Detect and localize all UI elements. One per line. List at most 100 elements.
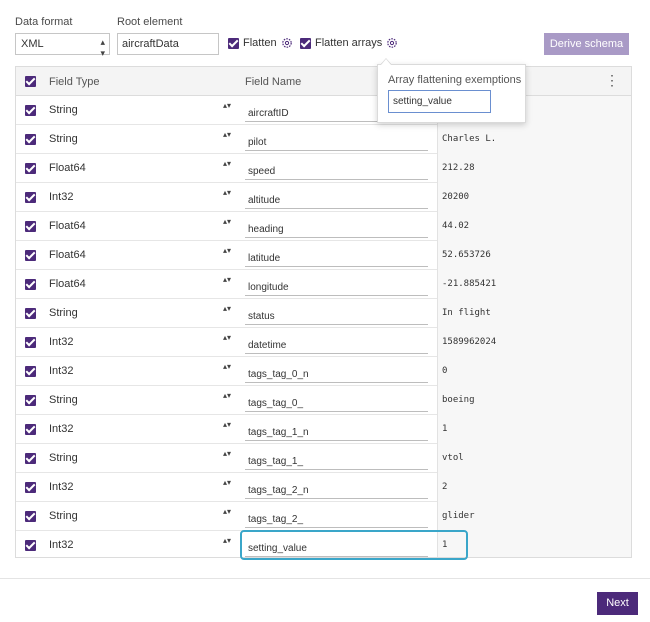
data-format-label: Data format — [15, 16, 73, 28]
field-type-select[interactable]: Int32 — [49, 481, 73, 493]
select-sort-icon: ▴ ▾ — [100, 37, 105, 58]
row-checkbox[interactable] — [25, 221, 36, 232]
type-sort-icon[interactable]: ▴▾ — [223, 537, 231, 545]
field-type-select[interactable]: Int32 — [49, 365, 73, 377]
field-name-input[interactable]: heading — [245, 216, 428, 238]
exemption-input[interactable]: setting_value — [388, 90, 491, 113]
more-options-icon[interactable]: ⋮ — [605, 73, 619, 87]
schema-row: Float64 ▴▾ latitude 52.653726 — [16, 241, 631, 270]
type-sort-icon[interactable]: ▴▾ — [223, 363, 231, 371]
field-type-select[interactable]: Float64 — [49, 278, 86, 290]
next-button[interactable]: Next — [597, 592, 638, 615]
field-type-select[interactable]: Float64 — [49, 220, 86, 232]
flatten-checkbox[interactable] — [228, 37, 239, 49]
sample-value: boeing — [437, 386, 631, 415]
sample-value: 52.653726 — [437, 241, 631, 270]
sample-value: Charles L. — [437, 125, 631, 154]
field-name-header: Field Name — [245, 76, 302, 88]
type-sort-icon[interactable]: ▴▾ — [223, 334, 231, 342]
row-checkbox[interactable] — [25, 279, 36, 290]
sample-value: glider — [437, 502, 631, 531]
field-type-select[interactable]: String — [49, 394, 78, 406]
type-sort-icon[interactable]: ▴▾ — [223, 421, 231, 429]
row-checkbox[interactable] — [25, 192, 36, 203]
type-sort-icon[interactable]: ▴▾ — [223, 305, 231, 313]
schema-row: String ▴▾ tags_tag_0_ boeing — [16, 386, 631, 415]
footer-divider — [0, 578, 650, 579]
flatten-arrays-option: Flatten arrays — [300, 37, 398, 49]
select-all-checkbox[interactable] — [25, 76, 36, 87]
field-type-select[interactable]: Int32 — [49, 336, 73, 348]
field-name-input[interactable]: tags_tag_1_n — [245, 419, 428, 441]
type-sort-icon[interactable]: ▴▾ — [223, 160, 231, 168]
field-name-input[interactable]: tags_tag_1_ — [245, 448, 428, 470]
type-sort-icon[interactable]: ▴▾ — [223, 276, 231, 284]
type-sort-icon[interactable]: ▴▾ — [223, 218, 231, 226]
field-type-select[interactable]: Float64 — [49, 249, 86, 261]
field-type-header: Field Type — [49, 76, 100, 88]
row-checkbox[interactable] — [25, 134, 36, 145]
field-name-input[interactable]: tags_tag_0_ — [245, 390, 428, 412]
sample-value: 0 — [437, 357, 631, 386]
flatten-settings-gear-icon[interactable] — [281, 37, 293, 49]
row-checkbox[interactable] — [25, 453, 36, 464]
field-name-input[interactable]: latitude — [245, 245, 428, 267]
sample-value: 2 — [437, 473, 631, 502]
row-checkbox[interactable] — [25, 337, 36, 348]
field-type-select[interactable]: String — [49, 452, 78, 464]
row-checkbox[interactable] — [25, 366, 36, 377]
row-checkbox[interactable] — [25, 105, 36, 116]
field-type-select[interactable]: String — [49, 104, 78, 116]
field-name-input[interactable]: tags_tag_0_n — [245, 361, 428, 383]
type-sort-icon[interactable]: ▴▾ — [223, 189, 231, 197]
field-name-input[interactable]: pilot — [245, 129, 428, 151]
field-name-input[interactable]: longitude — [245, 274, 428, 296]
sample-value: vtol — [437, 444, 631, 473]
derive-schema-button[interactable]: Derive schema — [544, 33, 629, 55]
schema-row: String ▴▾ tags_tag_2_ glider — [16, 502, 631, 531]
sample-value: 44.02 — [437, 212, 631, 241]
schema-row: Float64 ▴▾ longitude -21.885421 — [16, 270, 631, 299]
type-sort-icon[interactable]: ▴▾ — [223, 479, 231, 487]
array-flattening-popover: Array flattening exemptions setting_valu… — [377, 64, 526, 123]
row-checkbox[interactable] — [25, 308, 36, 319]
row-checkbox[interactable] — [25, 540, 36, 551]
root-element-input[interactable]: aircraftData — [117, 33, 219, 55]
type-sort-icon[interactable]: ▴▾ — [223, 392, 231, 400]
schema-row: Int32 ▴▾ datetime 1589962024 — [16, 328, 631, 357]
field-name-input[interactable]: tags_tag_2_ — [245, 506, 428, 528]
field-name-input[interactable]: datetime — [245, 332, 428, 354]
type-sort-icon[interactable]: ▴▾ — [223, 508, 231, 516]
row-checkbox[interactable] — [25, 424, 36, 435]
sample-value: -21.885421 — [437, 270, 631, 299]
root-element-label: Root element — [117, 16, 183, 28]
flatten-arrays-settings-gear-icon[interactable] — [386, 37, 398, 49]
data-format-select[interactable]: XML ▴ ▾ — [15, 33, 110, 58]
row-checkbox[interactable] — [25, 395, 36, 406]
flatten-arrays-checkbox[interactable] — [300, 37, 311, 49]
type-sort-icon[interactable]: ▴▾ — [223, 247, 231, 255]
field-type-select[interactable]: Int32 — [49, 539, 73, 551]
field-type-select[interactable]: Int32 — [49, 423, 73, 435]
field-name-input[interactable]: altitude — [245, 187, 428, 209]
field-name-input[interactable]: speed — [245, 158, 428, 180]
field-type-select[interactable]: String — [49, 510, 78, 522]
type-sort-icon[interactable]: ▴▾ — [223, 450, 231, 458]
sample-value: 1589962024 — [437, 328, 631, 357]
row-checkbox[interactable] — [25, 250, 36, 261]
row-checkbox[interactable] — [25, 511, 36, 522]
flatten-option: Flatten — [228, 37, 293, 49]
data-format-value: XML — [21, 38, 44, 50]
row-checkbox[interactable] — [25, 482, 36, 493]
type-sort-icon[interactable]: ▴▾ — [223, 131, 231, 139]
field-type-select[interactable]: String — [49, 133, 78, 145]
schema-row: Float64 ▴▾ speed 212.28 — [16, 154, 631, 183]
field-name-input[interactable]: status — [245, 303, 428, 325]
row-checkbox[interactable] — [25, 163, 36, 174]
field-name-input[interactable]: tags_tag_2_n — [245, 477, 428, 499]
schema-row: String ▴▾ pilot Charles L. — [16, 125, 631, 154]
type-sort-icon[interactable]: ▴▾ — [223, 102, 231, 110]
field-type-select[interactable]: Int32 — [49, 191, 73, 203]
field-type-select[interactable]: Float64 — [49, 162, 86, 174]
field-type-select[interactable]: String — [49, 307, 78, 319]
